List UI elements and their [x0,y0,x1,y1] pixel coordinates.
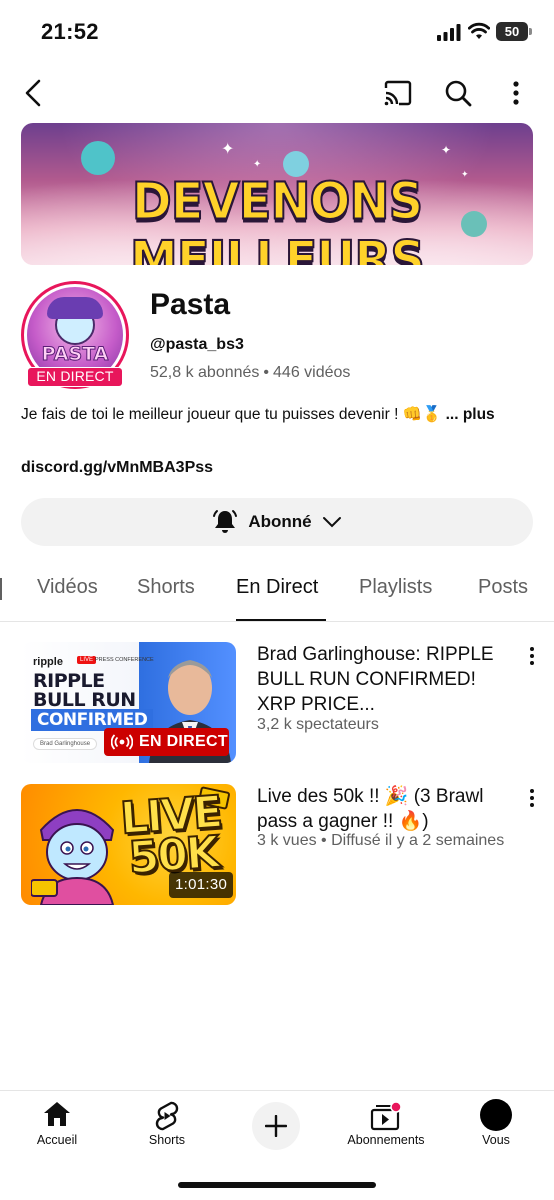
nav-home[interactable]: Accueil [7,1091,107,1171]
more-vert-icon [513,81,519,105]
active-tab-indicator [236,619,326,621]
stats-separator: • [263,364,270,381]
channel-tabs: Vidéos Shorts En Direct Playlists Posts [0,566,554,622]
description-more-link[interactable]: ... plus [446,406,495,423]
bell-icon [213,510,238,533]
sparkle-icon: ✦ [221,141,235,158]
nav-shorts[interactable]: Shorts [117,1091,217,1171]
channel-handle: @pasta_bs3 [150,336,244,353]
ripple-logo: ripple [33,656,63,668]
tab-playlists[interactable]: Playlists [359,576,432,599]
video-item[interactable]: LIVE 50K 1:01:30 Live des 50k !! 🎉 (3 Br… [21,784,537,908]
sparkle-icon: ✦ [253,159,262,170]
status-bar: 21:52 50 [0,0,554,62]
banner-character [81,141,115,175]
subscriptions-icon [370,1101,402,1131]
video-duration: 1:01:30 [169,872,234,898]
subscribed-button[interactable]: Abonné [21,498,533,546]
top-navigation [0,62,554,124]
live-now-badge: EN DIRECT [104,728,229,756]
banner-title: DEVENONS MEILLEURS [129,171,426,265]
profile-avatar [480,1099,512,1131]
nav-you-label: Vous [482,1133,510,1147]
more-options-button[interactable] [499,76,533,110]
video-count: 446 vidéos [273,364,351,381]
back-icon [25,79,41,107]
nav-shorts-label: Shorts [148,1133,186,1147]
video-meta: 3,2 k spectateurs [257,716,379,733]
search-icon [445,80,472,107]
subscribed-label: Abonné [248,512,312,531]
channel-description[interactable]: Je fais de toi le meilleur joueur que tu… [21,404,533,426]
subscriber-count: 52,8 k abonnés [150,364,260,381]
nav-subscriptions[interactable]: Abonnements [336,1091,436,1171]
live-badge[interactable]: EN DIRECT [27,367,123,387]
more-vert-icon[interactable] [527,646,537,666]
shorts-icon [155,1101,179,1131]
channel-link[interactable]: discord.gg/vMnMBA3Pss [21,459,213,477]
video-title[interactable]: Live des 50k !! 🎉 (3 Brawl pass a gagner… [257,784,519,836]
thumb-live-tag: LIVE [77,656,97,664]
more-vert-icon[interactable] [527,788,537,808]
wifi-icon [468,22,490,39]
tab-posts[interactable]: Posts [478,576,528,599]
battery-level: 50 [504,24,520,39]
thumb-press-label: PRESS CONFERENCE [95,657,154,663]
video-title[interactable]: Brad Garlinghouse: RIPPLE BULL RUN CONFI… [257,642,519,720]
chevron-down-icon [322,517,341,528]
thumb-headline: RIPPLE BULL RUN [33,670,136,711]
avatar-logo-text: PASTA [41,343,109,366]
create-button[interactable] [252,1102,300,1150]
live-broadcast-icon [111,734,133,750]
tab-overflow-hint [0,578,2,600]
thumb-name-tag: Brad Garlinghouse [33,738,98,750]
nav-subscriptions-label: Abonnements [347,1133,425,1147]
nav-you[interactable]: Vous [446,1091,546,1171]
status-time: 21:52 [41,19,99,44]
cellular-signal-icon [437,24,461,41]
video-thumbnail[interactable]: LIVE 50K 1:01:30 [21,784,236,905]
create-icon [265,1115,287,1137]
brawler-character [31,809,115,905]
home-icon [44,1102,70,1126]
back-button[interactable] [16,76,50,110]
description-text: Je fais de toi le meilleur joueur que tu… [21,406,442,423]
tab-videos[interactable]: Vidéos [37,576,98,599]
live-now-label: EN DIRECT [139,733,228,750]
video-item[interactable]: ripple LIVE PRESS CONFERENCE RIPPLE BULL… [21,642,537,766]
search-button[interactable] [441,76,475,110]
nav-home-label: Accueil [36,1133,78,1147]
video-meta: 3 k vues • Diffusé il y a 2 semaines [257,832,505,849]
battery-indicator: 50 [496,22,532,41]
channel-stats: 52,8 k abonnés • 446 vidéos [150,364,350,382]
sparkle-icon: ✦ [441,143,452,157]
cast-button[interactable] [381,76,415,110]
cast-icon [384,80,412,106]
home-indicator [178,1182,376,1188]
channel-banner: ✦ ✦ ✦ ✦ DEVENONS MEILLEURS [21,123,533,265]
tab-shorts[interactable]: Shorts [137,576,195,599]
video-thumbnail[interactable]: ripple LIVE PRESS CONFERENCE RIPPLE BULL… [21,642,236,763]
tab-live[interactable]: En Direct [236,576,318,599]
thumb-headline: LIVE 50K [118,786,224,885]
channel-name: Pasta [150,288,231,321]
